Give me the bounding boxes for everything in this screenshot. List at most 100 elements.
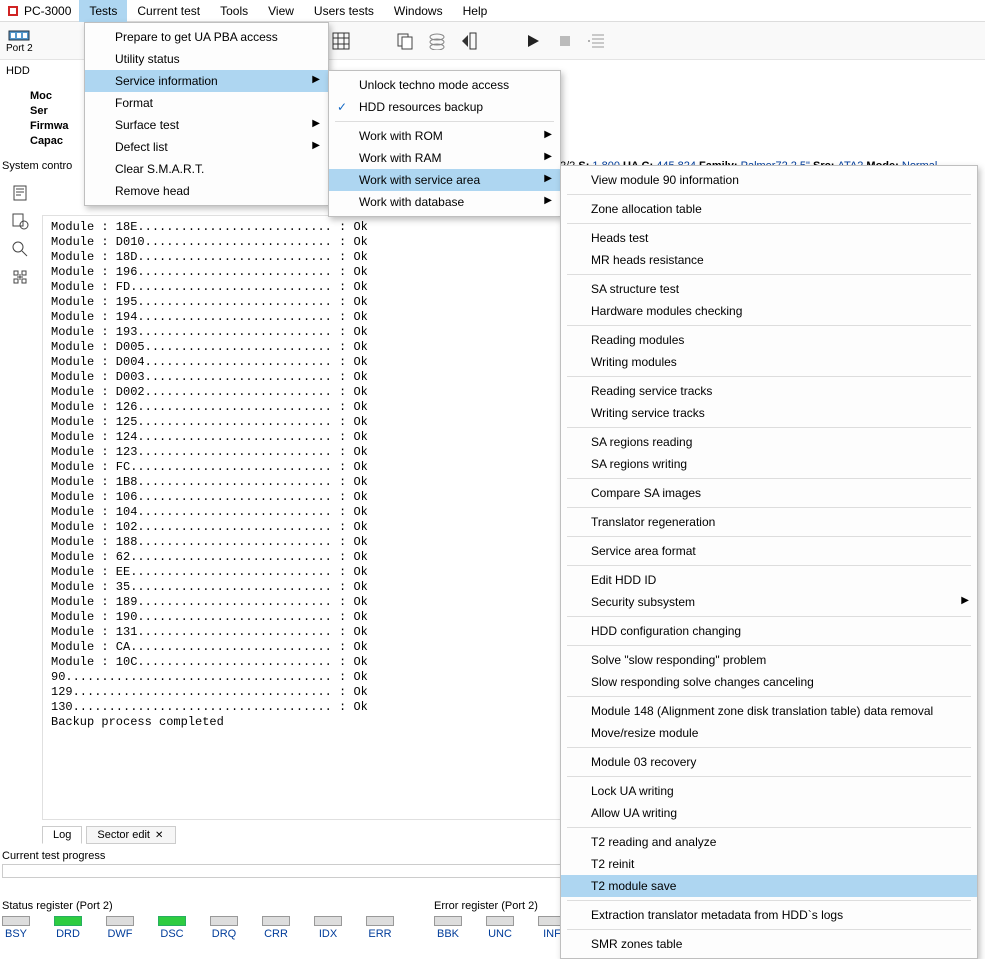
tb-grid-icon[interactable]	[331, 31, 351, 51]
menu-service-information: Unlock techno mode accessHDD resources b…	[328, 70, 561, 217]
menu-item-work-with-rom[interactable]: Work with ROM▶	[329, 125, 560, 147]
info-label: Ser	[6, 104, 69, 119]
menu-item-security-subsystem[interactable]: Security subsystem▶	[561, 591, 977, 613]
menubar-item-current-test[interactable]: Current test	[127, 0, 210, 22]
menu-tests: Prepare to get UA PBA accessUtility stat…	[84, 22, 329, 206]
menu-item-sa-regions-reading[interactable]: SA regions reading	[561, 431, 977, 453]
menu-item-work-with-database[interactable]: Work with database▶	[329, 191, 560, 213]
menu-item-mr-heads-resistance[interactable]: MR heads resistance	[561, 249, 977, 271]
menu-item-heads-test[interactable]: Heads test	[561, 227, 977, 249]
menu-item-format[interactable]: Format	[85, 92, 328, 114]
tab-sector-edit[interactable]: Sector edit ✕	[86, 826, 176, 844]
info-panel: HDD MocSerFirmwaCapac	[0, 60, 75, 153]
tb-exit-icon[interactable]	[459, 31, 479, 51]
menu-item-surface-test[interactable]: Surface test▶	[85, 114, 328, 136]
menu-item-sa-structure-test[interactable]: SA structure test	[561, 278, 977, 300]
menu-item-remove-head[interactable]: Remove head	[85, 180, 328, 202]
tab-log[interactable]: Log	[42, 826, 82, 844]
menu-item-slow-responding-solve-changes-canceling[interactable]: Slow responding solve changes canceling	[561, 671, 977, 693]
menu-item-prepare-to-get-ua-pba-access[interactable]: Prepare to get UA PBA access	[85, 26, 328, 48]
menu-item-solve-slow-responding-problem[interactable]: Solve "slow responding" problem	[561, 649, 977, 671]
led-drd: DRD	[54, 916, 82, 940]
info-label: Moc	[6, 89, 69, 104]
tb-disk-icon[interactable]	[427, 31, 447, 51]
info-label: HDD	[6, 64, 69, 79]
led-err: ERR	[366, 916, 394, 940]
info-label: Capac	[6, 134, 69, 149]
chevron-right-icon: ▶	[544, 151, 552, 162]
check-icon: ✓	[337, 100, 347, 114]
chevron-right-icon: ▶	[961, 595, 969, 606]
doc-gear-icon[interactable]	[9, 210, 31, 232]
led-bsy: BSY	[2, 916, 30, 940]
menu-item-translator-regeneration[interactable]: Translator regeneration	[561, 511, 977, 533]
menu-item-hdd-configuration-changing[interactable]: HDD configuration changing	[561, 620, 977, 642]
grid-plus-icon[interactable]	[9, 266, 31, 288]
chevron-right-icon: ▶	[544, 173, 552, 184]
chevron-right-icon: ▶	[312, 118, 320, 129]
menu-item-unlock-techno-mode-access[interactable]: Unlock techno mode access	[329, 74, 560, 96]
menu-item-utility-status[interactable]: Utility status	[85, 48, 328, 70]
left-tool-column	[2, 182, 38, 288]
menubar-item-tests[interactable]: Tests	[79, 0, 127, 22]
chevron-right-icon: ▶	[312, 74, 320, 85]
menu-item-edit-hdd-id[interactable]: Edit HDD ID	[561, 569, 977, 591]
menu-item-service-area-format[interactable]: Service area format	[561, 540, 977, 562]
chevron-right-icon: ▶	[544, 195, 552, 206]
search-icon[interactable]	[9, 238, 31, 260]
menu-item-module-148-alignment-zone-disk-translation-table-data-removal[interactable]: Module 148 (Alignment zone disk translat…	[561, 700, 977, 722]
menu-item-work-with-ram[interactable]: Work with RAM▶	[329, 147, 560, 169]
menubar-item-help[interactable]: Help	[453, 0, 498, 22]
menu-item-clear-s-m-a-r-t[interactable]: Clear S.M.A.R.T.	[85, 158, 328, 180]
menu-item-move-resize-module[interactable]: Move/resize module	[561, 722, 977, 744]
system-controller-label: System contro	[2, 160, 72, 172]
menu-item-t2-reading-and-analyze[interactable]: T2 reading and analyze	[561, 831, 977, 853]
led-drq: DRQ	[210, 916, 238, 940]
menubar-item-view[interactable]: View	[258, 0, 304, 22]
log-tabs: Log Sector edit ✕	[42, 826, 176, 844]
doc-icon[interactable]	[9, 182, 31, 204]
menu-item-view-module-90-information[interactable]: View module 90 information	[561, 169, 977, 191]
menu-item-writing-modules[interactable]: Writing modules	[561, 351, 977, 373]
menu-item-hdd-resources-backup[interactable]: HDD resources backup✓	[329, 96, 560, 118]
menu-item-defect-list[interactable]: Defect list▶	[85, 136, 328, 158]
close-icon[interactable]: ✕	[153, 830, 165, 841]
menu-item-module-03-recovery[interactable]: Module 03 recovery	[561, 751, 977, 773]
tb-play-icon[interactable]	[523, 31, 543, 51]
app-icon	[6, 4, 20, 18]
menu-item-zone-allocation-table[interactable]: Zone allocation table	[561, 198, 977, 220]
led-bbk: BBK	[434, 916, 462, 940]
menu-item-t2-module-save[interactable]: T2 module save	[561, 875, 977, 897]
led-dsc: DSC	[158, 916, 186, 940]
info-label: Firmwa	[6, 119, 69, 134]
menu-item-compare-sa-images[interactable]: Compare SA images	[561, 482, 977, 504]
led-idx: IDX	[314, 916, 342, 940]
port-button[interactable]: Port 2	[0, 27, 39, 54]
menubar-item-tools[interactable]: Tools	[210, 0, 258, 22]
menu-item-extraction-translator-metadata-from-hdd-s-logs[interactable]: Extraction translator metadata from HDD`…	[561, 904, 977, 926]
led-unc: UNC	[486, 916, 514, 940]
led-dwf: DWF	[106, 916, 134, 940]
menubar: PC-3000 TestsCurrent testToolsViewUsers …	[0, 0, 985, 22]
menu-item-sa-regions-writing[interactable]: SA regions writing	[561, 453, 977, 475]
menu-item-writing-service-tracks[interactable]: Writing service tracks	[561, 402, 977, 424]
tb-stop-icon[interactable]	[555, 31, 575, 51]
menu-work-with-service-area: View module 90 information Zone allocatio…	[560, 165, 978, 959]
menu-item-lock-ua-writing[interactable]: Lock UA writing	[561, 780, 977, 802]
status-register: Status register (Port 2) BSYDRDDWFDSCDRQ…	[2, 900, 394, 940]
menu-item-service-information[interactable]: Service information▶	[85, 70, 328, 92]
menu-item-work-with-service-area[interactable]: Work with service area▶	[329, 169, 560, 191]
tb-list-icon[interactable]	[587, 31, 607, 51]
chevron-right-icon: ▶	[544, 129, 552, 140]
app-name: PC-3000	[24, 4, 79, 18]
menu-item-reading-service-tracks[interactable]: Reading service tracks	[561, 380, 977, 402]
menu-item-smr-zones-table[interactable]: SMR zones table	[561, 933, 977, 955]
tb-copy-icon[interactable]	[395, 31, 415, 51]
menu-item-t2-reinit[interactable]: T2 reinit	[561, 853, 977, 875]
menubar-item-users-tests[interactable]: Users tests	[304, 0, 384, 22]
menu-item-hardware-modules-checking[interactable]: Hardware modules checking	[561, 300, 977, 322]
menu-item-reading-modules[interactable]: Reading modules	[561, 329, 977, 351]
menubar-item-windows[interactable]: Windows	[384, 0, 453, 22]
chevron-right-icon: ▶	[312, 140, 320, 151]
menu-item-allow-ua-writing[interactable]: Allow UA writing	[561, 802, 977, 824]
